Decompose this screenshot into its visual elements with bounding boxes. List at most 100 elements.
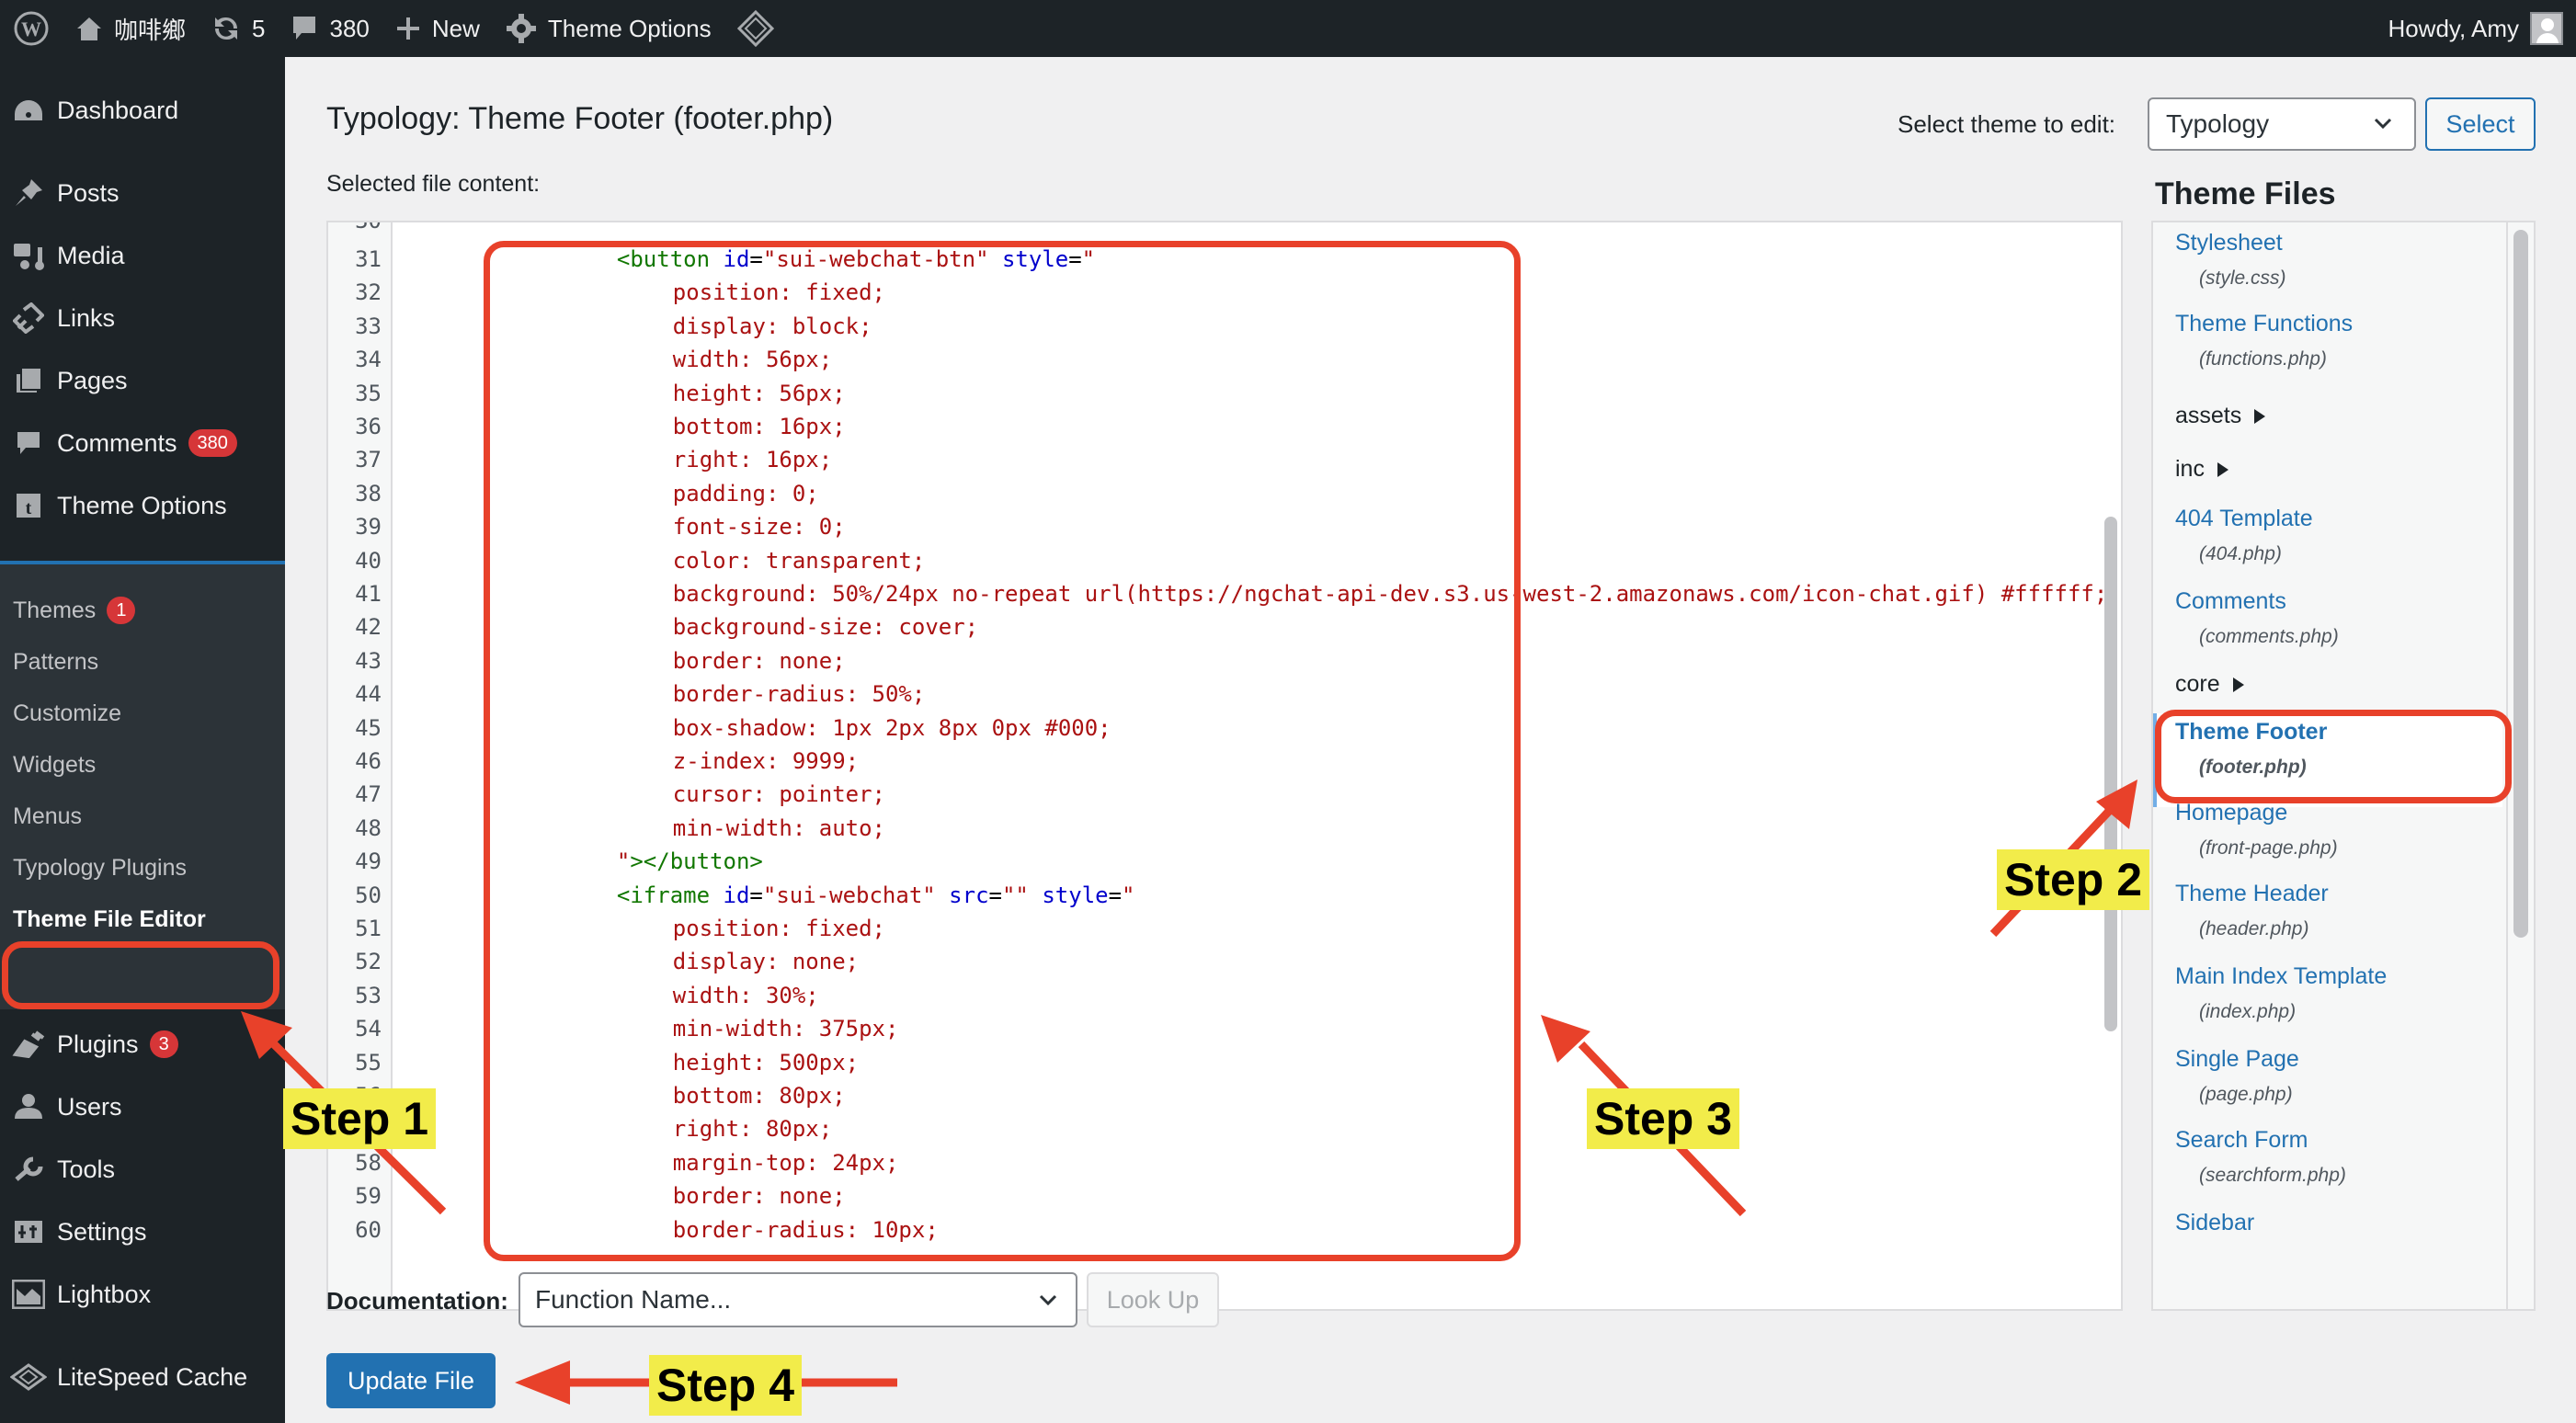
- file-link[interactable]: Theme Functions: [2175, 311, 2353, 337]
- code-token: ></button>: [630, 848, 763, 875]
- sidebar-item-users[interactable]: Users: [0, 1079, 285, 1134]
- line-number: 50: [355, 882, 382, 908]
- comments-link[interactable]: 380: [278, 0, 382, 57]
- pin-icon: [16, 179, 42, 206]
- file-link[interactable]: Theme Footer: [2175, 719, 2327, 746]
- editor-scrollbar[interactable]: [2104, 517, 2117, 1031]
- file-item[interactable]: Comments (comments.php): [2175, 588, 2339, 648]
- code-line: background-size: cover;: [406, 610, 978, 643]
- file-item[interactable]: 404 Template (404.php): [2175, 506, 2313, 565]
- comment-icon: [17, 432, 40, 454]
- code-token: ": [616, 848, 631, 875]
- file-item[interactable]: Theme Footer (footer.php): [2175, 719, 2327, 779]
- code-token: width: 56px;: [672, 347, 833, 373]
- line-number: 51: [355, 916, 382, 941]
- sidebar-item-posts[interactable]: Posts: [0, 165, 285, 221]
- code-line: position: fixed;: [406, 912, 885, 945]
- code-line: width: 30%;: [406, 979, 819, 1012]
- sidebar-item-theme-options[interactable]: t Theme Options: [0, 478, 285, 533]
- lightbox-icon: [12, 1280, 45, 1309]
- submenu-menus[interactable]: Menus: [13, 798, 82, 835]
- file-filename: (header.php): [2199, 918, 2309, 939]
- plugins-badge: 3: [149, 1030, 178, 1058]
- file-link[interactable]: Single Page: [2175, 1046, 2299, 1073]
- file-link[interactable]: Comments: [2175, 588, 2339, 615]
- file-item[interactable]: Main Index Template (index.php): [2175, 963, 2387, 1023]
- folder-core[interactable]: core: [2175, 671, 2244, 698]
- selected-file-label: Selected file content:: [326, 171, 541, 197]
- code-token: cursor: pointer;: [672, 781, 885, 808]
- sidebar-item-litespeed-cache[interactable]: LiteSpeed Cache: [0, 1349, 285, 1405]
- submenu-typology-plugins[interactable]: Typology Plugins: [13, 849, 187, 886]
- file-link[interactable]: Sidebar: [2175, 1210, 2254, 1236]
- code-token: border-radius: 50%;: [672, 681, 926, 708]
- file-item[interactable]: Single Page (page.php): [2175, 1046, 2299, 1106]
- file-link[interactable]: 404 Template: [2175, 506, 2313, 532]
- sidebar-item-dashboard[interactable]: Dashboard: [0, 83, 285, 138]
- file-link[interactable]: Homepage: [2175, 800, 2338, 826]
- theme-files-title: Theme Files: [2155, 176, 2336, 211]
- select-theme-button[interactable]: Select: [2425, 97, 2536, 151]
- select-theme-label: Select theme to edit:: [1898, 110, 2116, 138]
- code-line: min-width: auto;: [406, 812, 885, 845]
- my-account-link[interactable]: Howdy, Amy: [2375, 0, 2576, 57]
- plus-icon: [396, 17, 419, 40]
- file-item[interactable]: Sidebar: [2175, 1210, 2254, 1236]
- folder-inc[interactable]: inc: [2175, 456, 2228, 483]
- file-link[interactable]: Search Form: [2175, 1127, 2346, 1154]
- sidebar-item-media[interactable]: Media: [0, 228, 285, 283]
- plugin-icon: [12, 1030, 45, 1058]
- submenu-customize[interactable]: Customize: [13, 695, 121, 732]
- file-link[interactable]: Stylesheet: [2175, 230, 2286, 256]
- look-up-button[interactable]: Look Up: [1087, 1272, 1219, 1327]
- documentation-function-select[interactable]: Function Name...: [519, 1272, 1077, 1327]
- code-token: src: [949, 882, 989, 908]
- svg-text:t: t: [26, 498, 32, 518]
- file-link[interactable]: Theme Header: [2175, 881, 2329, 907]
- sidebar-item-lightbox[interactable]: Lightbox: [0, 1267, 285, 1322]
- code-token: width: 30%;: [672, 982, 819, 1008]
- chevron-down-icon: [2374, 118, 2392, 130]
- site-name-link[interactable]: 咖啡鄉: [63, 0, 199, 57]
- new-content-link[interactable]: New: [382, 0, 493, 57]
- litespeed-link[interactable]: [724, 0, 787, 57]
- code-line: right: 80px;: [406, 1112, 832, 1145]
- code-line: display: none;: [406, 945, 859, 978]
- code-token: id: [723, 246, 750, 272]
- submenu-theme-file-editor[interactable]: Theme File Editor: [13, 901, 206, 938]
- sidebar-item-settings[interactable]: Settings: [0, 1204, 285, 1259]
- folder-assets[interactable]: assets: [2175, 403, 2266, 429]
- submenu-patterns[interactable]: Patterns: [13, 643, 98, 680]
- file-list-scrollbar[interactable]: [2513, 230, 2528, 938]
- code-editor[interactable]: 30 31 32 33 34 35 36 37 38 39 40 41 42 43 44 45 46 47 48 4…: [326, 221, 2123, 1311]
- file-item[interactable]: Stylesheet (style.css): [2175, 230, 2286, 290]
- sidebar-item-tools[interactable]: Tools: [0, 1142, 285, 1197]
- file-link[interactable]: Main Index Template: [2175, 963, 2387, 990]
- file-item[interactable]: Search Form (searchform.php): [2175, 1127, 2346, 1187]
- line-number: 55: [355, 1049, 382, 1076]
- submenu-widgets[interactable]: Widgets: [13, 746, 96, 783]
- sidebar-item-plugins[interactable]: Plugins 3: [0, 1017, 285, 1072]
- updates-link[interactable]: 5: [199, 0, 278, 57]
- code-token: background: 50%/24px no-repeat url(https…: [672, 581, 2108, 607]
- theme-options-link[interactable]: Theme Options: [493, 0, 724, 57]
- file-item[interactable]: Homepage (front-page.php): [2175, 800, 2338, 859]
- line-number: 44: [355, 681, 382, 708]
- settings-icon: [15, 1221, 42, 1243]
- update-file-button[interactable]: Update File: [326, 1353, 496, 1408]
- admin-sidebar: Dashboard Posts Media Links Pages Commen…: [0, 57, 285, 1423]
- documentation-label: Documentation:: [326, 1287, 508, 1315]
- code-token: position: fixed;: [672, 916, 885, 941]
- code-token: border: none;: [672, 1183, 846, 1210]
- sidebar-item-links[interactable]: Links: [0, 290, 285, 346]
- sidebar-item-comments[interactable]: Comments 380: [0, 416, 285, 471]
- wordpress-logo-button[interactable]: W: [0, 0, 63, 57]
- sidebar-item-pages[interactable]: Pages: [0, 353, 285, 408]
- code-token: =: [988, 882, 1002, 908]
- file-item[interactable]: Theme Header (header.php): [2175, 881, 2329, 940]
- submenu-themes[interactable]: Themes 1: [13, 592, 136, 629]
- theme-select[interactable]: Typology: [2148, 97, 2416, 151]
- code-token: border: none;: [672, 647, 846, 674]
- file-item[interactable]: Theme Functions (functions.php): [2175, 311, 2353, 370]
